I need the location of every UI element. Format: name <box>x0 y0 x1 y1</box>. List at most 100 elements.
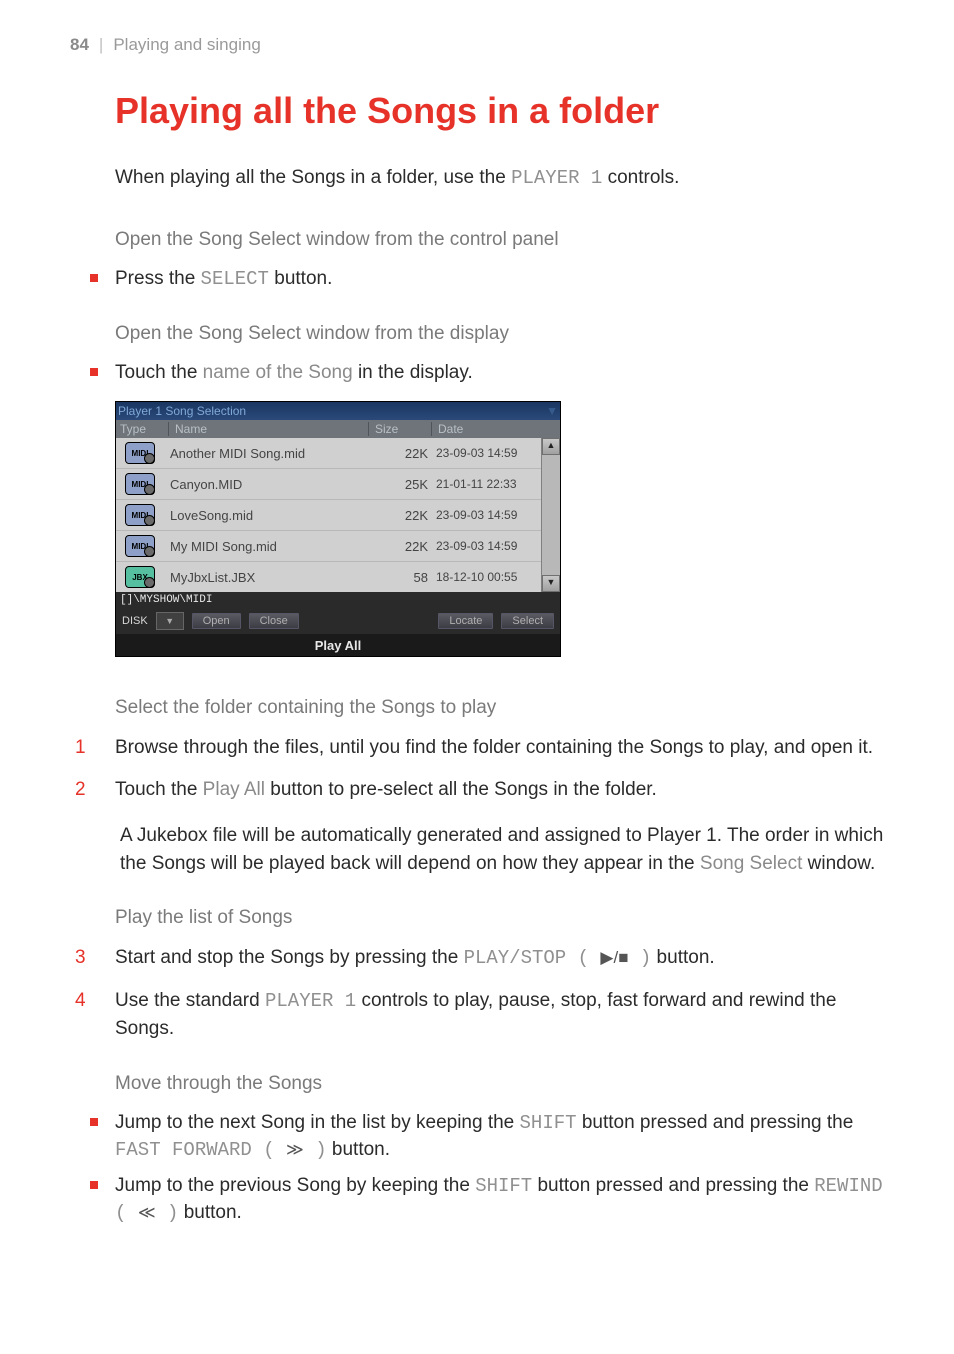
list-item[interactable]: MIDI My MIDI Song.mid 22K 23-09-03 14:59 <box>116 531 541 562</box>
section-select-folder: Select the folder containing the Songs t… <box>115 697 884 719</box>
bullet-prev-song: Jump to the previous Song by keeping the… <box>90 1173 884 1226</box>
scroll-track[interactable] <box>542 455 560 575</box>
bullet-touch-songname: Touch the name of the Song in the displa… <box>90 360 884 387</box>
disk-toolbar: DISK ▼ Open Close Locate Select <box>116 608 560 634</box>
bullet-press-select: Press the SELECT button. <box>90 266 884 293</box>
step-number: 2 <box>75 776 86 804</box>
scrollbar[interactable]: ▲ ▼ <box>541 438 560 592</box>
text: window. <box>802 853 875 874</box>
text: button pressed and pressing the <box>532 1175 814 1196</box>
text: in the display. <box>353 362 473 383</box>
list-item[interactable]: MIDI Another MIDI Song.mid 22K 23-09-03 … <box>116 438 541 469</box>
text: Press the <box>115 268 201 289</box>
songselect-label: Song Select <box>700 853 802 874</box>
file-name: LoveSong.mid <box>164 508 372 523</box>
play-all-button[interactable]: Play All <box>116 634 560 656</box>
text: button. <box>269 268 332 289</box>
file-name: Another MIDI Song.mid <box>164 446 372 461</box>
file-area: MIDI Another MIDI Song.mid 22K 23-09-03 … <box>116 438 560 592</box>
file-date: 23-09-03 14:59 <box>436 508 541 522</box>
text: ) <box>156 1202 179 1224</box>
list-item[interactable]: MIDI LoveSong.mid 22K 23-09-03 14:59 <box>116 500 541 531</box>
file-size: 22K <box>372 446 436 461</box>
play-stop-icon: ▶/■ <box>600 948 628 967</box>
step-4: 4 Use the standard PLAYER 1 controls to … <box>75 987 884 1043</box>
intro-pre: When playing all the Songs in a folder, … <box>115 167 511 188</box>
close-button[interactable]: Close <box>249 613 299 629</box>
file-date: 18-12-10 00:55 <box>436 570 541 584</box>
section-open-from-display: Open the Song Select window from the dis… <box>115 323 884 345</box>
file-list: MIDI Another MIDI Song.mid 22K 23-09-03 … <box>116 438 541 592</box>
file-name: MyJbxList.JBX <box>164 570 372 585</box>
player1-label: PLAYER 1 <box>265 990 356 1012</box>
page: 84|Playing and singing Playing all the S… <box>0 0 954 1354</box>
page-header: 84|Playing and singing <box>70 35 884 55</box>
text: button. <box>651 947 714 968</box>
col-size[interactable]: Size <box>369 422 432 436</box>
column-header-row: Type Name Size Date <box>116 420 560 438</box>
disk-dropdown[interactable]: ▼ <box>156 612 184 630</box>
shift-label: SHIFT <box>520 1112 577 1134</box>
jbx-file-icon: JBX <box>116 566 164 588</box>
file-name: My MIDI Song.mid <box>164 539 372 554</box>
locate-button[interactable]: Locate <box>438 613 493 629</box>
text: Touch the <box>115 779 203 800</box>
text: Jump to the next Song in the list by kee… <box>115 1112 520 1133</box>
text: Start and stop the Songs by pressing the <box>115 947 464 968</box>
midi-file-icon: MIDI <box>116 442 164 464</box>
step-3: 3 Start and stop the Songs by pressing t… <box>75 944 884 973</box>
text: button. <box>178 1202 241 1223</box>
playstop-label: PLAY/STOP ( <box>464 947 601 969</box>
file-size: 25K <box>372 477 436 492</box>
step-2-extra: A Jukebox file will be automatically gen… <box>120 822 884 877</box>
file-date: 23-09-03 14:59 <box>436 539 541 553</box>
select-button[interactable]: Select <box>501 613 554 629</box>
file-size: 22K <box>372 508 436 523</box>
section-move-through: Move through the Songs <box>115 1073 884 1095</box>
rewind-icon: ≪ <box>138 1203 156 1222</box>
step-number: 1 <box>75 734 86 762</box>
file-size: 22K <box>372 539 436 554</box>
titlebar-menu-icon[interactable]: ▼ <box>546 404 558 418</box>
col-type[interactable]: Type <box>116 422 169 436</box>
song-select-window: Player 1 Song Selection ▼ Type Name Size… <box>115 401 561 657</box>
step-text: Browse through the files, until you find… <box>115 737 873 758</box>
text: Touch the <box>115 362 203 383</box>
bullet-next-song: Jump to the next Song in the list by kee… <box>90 1110 884 1163</box>
col-name[interactable]: Name <box>169 422 369 436</box>
col-date[interactable]: Date <box>432 422 560 436</box>
text: button pressed and pressing the <box>577 1112 854 1133</box>
open-button[interactable]: Open <box>192 613 241 629</box>
file-size: 58 <box>372 570 436 585</box>
step-2: 2 Touch the Play All button to pre-selec… <box>75 776 884 804</box>
header-separator: | <box>99 35 103 54</box>
songname-label: name of the Song <box>203 362 353 383</box>
page-title: Playing all the Songs in a folder <box>115 90 884 132</box>
player1-label: PLAYER 1 <box>511 167 602 189</box>
section-name: Playing and singing <box>113 35 260 54</box>
step-1: 1 Browse through the files, until you fi… <box>75 734 884 762</box>
section-open-from-panel: Open the Song Select window from the con… <box>115 229 884 251</box>
file-date: 23-09-03 14:59 <box>436 446 541 460</box>
midi-file-icon: MIDI <box>116 535 164 557</box>
scroll-down-icon[interactable]: ▼ <box>542 575 560 592</box>
text: ) <box>304 1139 327 1161</box>
intro-post: controls. <box>602 167 679 188</box>
scroll-up-icon[interactable]: ▲ <box>542 438 560 455</box>
disk-label: DISK <box>122 615 148 627</box>
text: button. <box>327 1139 390 1160</box>
window-title: Player 1 Song Selection <box>118 404 546 418</box>
text: Use the standard <box>115 990 265 1011</box>
file-name: Canyon.MID <box>164 477 372 492</box>
path-display: []\MYSHOW\MIDI <box>116 592 560 608</box>
intro-paragraph: When playing all the Songs in a folder, … <box>115 167 884 189</box>
select-label: SELECT <box>201 268 269 290</box>
step-number: 4 <box>75 987 86 1015</box>
fast-forward-icon: ≫ <box>286 1140 304 1159</box>
file-date: 21-01-11 22:33 <box>436 477 541 491</box>
text: button to pre-select all the Songs in th… <box>265 779 657 800</box>
ff-label: FAST FORWARD ( <box>115 1139 286 1161</box>
list-item[interactable]: JBX MyJbxList.JBX 58 18-12-10 00:55 <box>116 562 541 592</box>
list-item[interactable]: MIDI Canyon.MID 25K 21-01-11 22:33 <box>116 469 541 500</box>
shift-label: SHIFT <box>475 1175 532 1197</box>
